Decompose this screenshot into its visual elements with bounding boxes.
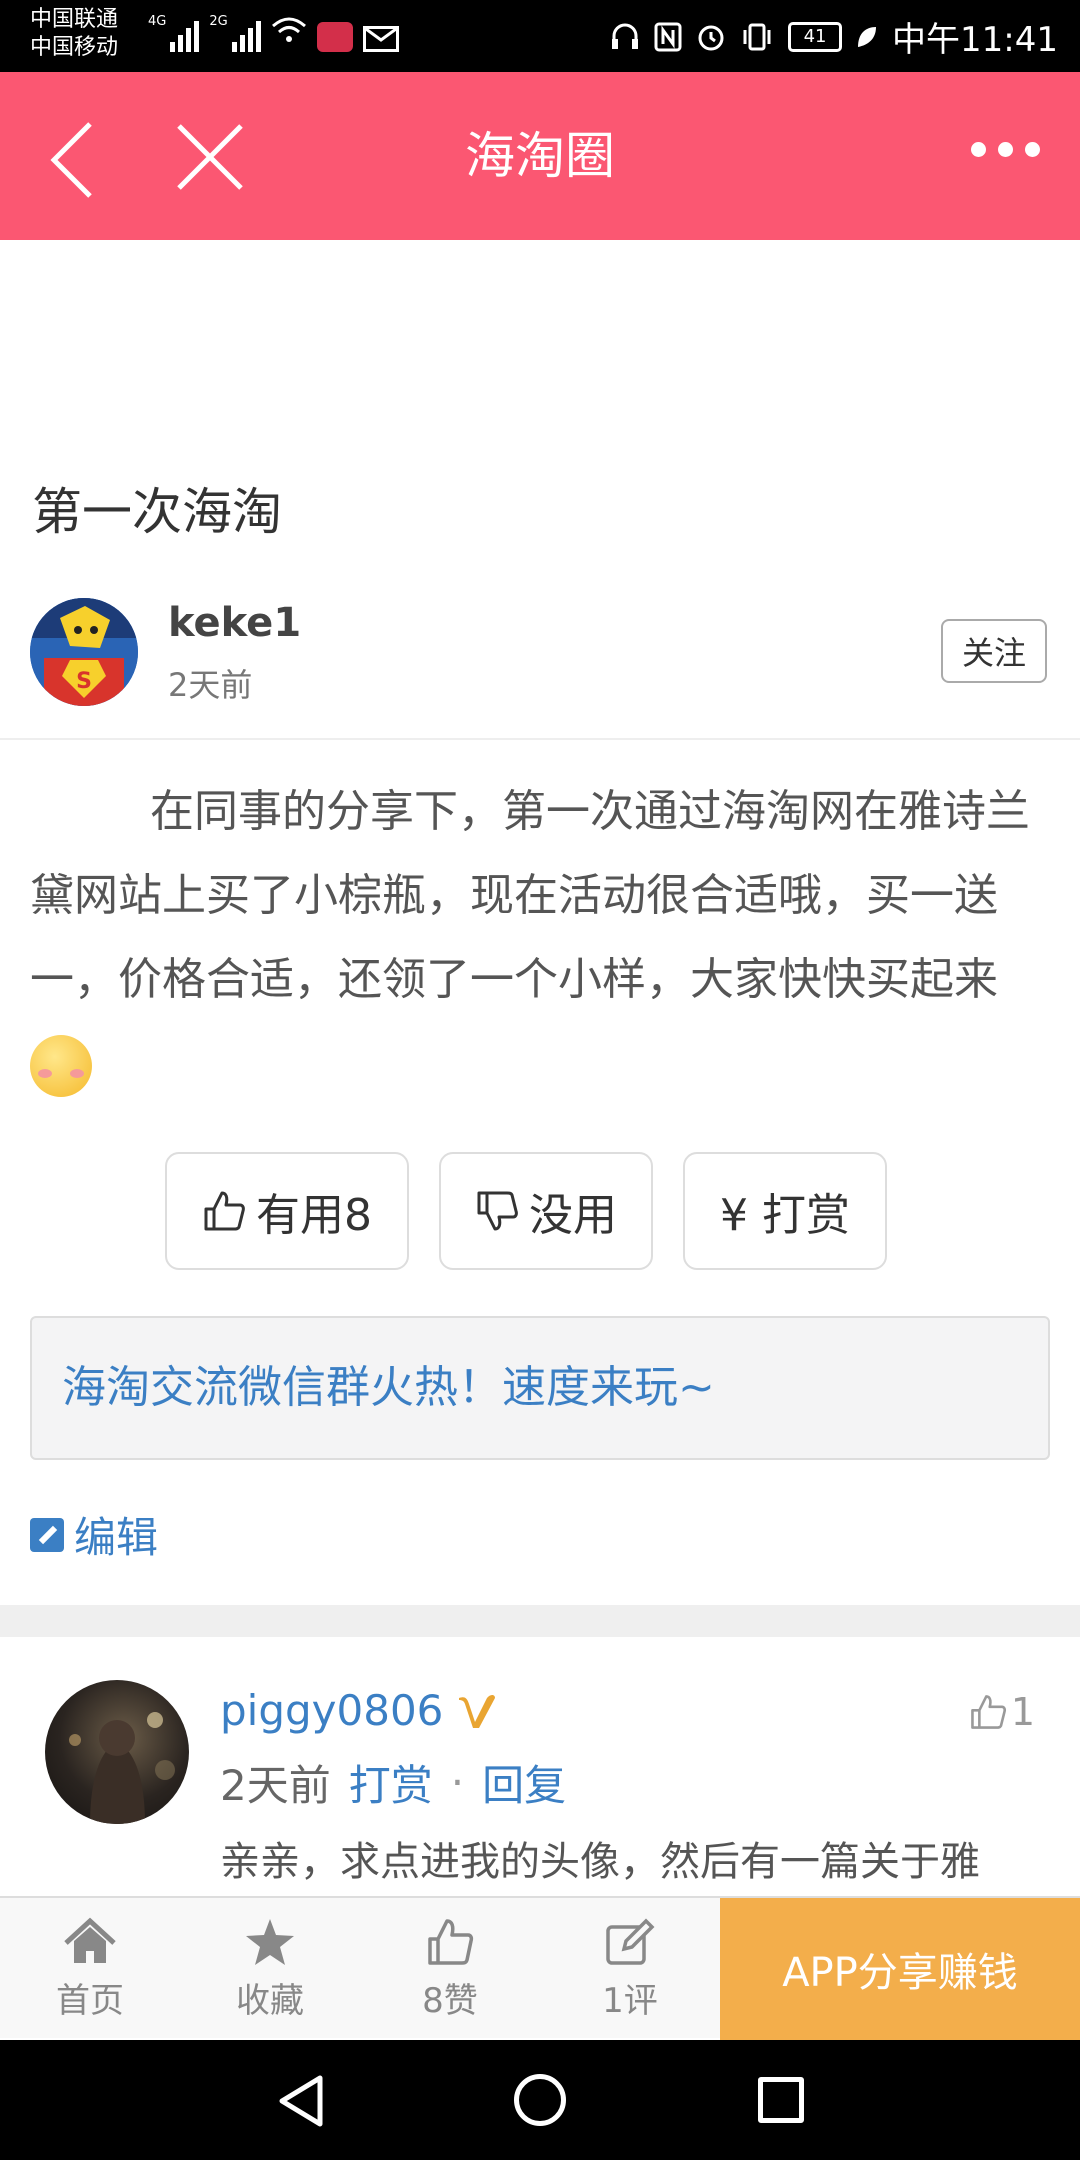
- post-actions: 有用8 没用 ¥ 打赏: [165, 1152, 887, 1270]
- commenter-avatar[interactable]: [45, 1680, 189, 1824]
- page-title: 海淘圈: [465, 127, 615, 185]
- nav-back-icon[interactable]: [276, 2074, 326, 2128]
- thumbs-down-icon: [477, 1191, 518, 1231]
- svg-text:S: S: [76, 669, 92, 694]
- nav-home-icon[interactable]: [514, 2074, 566, 2126]
- tab-like[interactable]: 8赞: [360, 1898, 540, 2040]
- post-time: 2天前: [168, 666, 253, 704]
- network-type-1: 4G: [148, 14, 167, 29]
- star-icon: [246, 1918, 294, 1965]
- mail-icon: [362, 26, 399, 52]
- carrier-info: 中国联通 中国移动: [30, 6, 118, 62]
- separator-dot: ·: [450, 1758, 465, 1807]
- wechat-group-banner[interactable]: 海淘交流微信群火热！速度来玩~: [30, 1316, 1050, 1460]
- leaf-icon: [858, 26, 877, 47]
- dot-icon: [998, 142, 1013, 157]
- carrier-2: 中国移动: [30, 35, 119, 60]
- tab-comment-label: 1评: [602, 1980, 658, 2021]
- author-name[interactable]: keke1: [168, 600, 301, 646]
- tab-home[interactable]: 首页: [0, 1898, 180, 2040]
- status-bar: 中国联通 中国移动 4G 2G 41 中午11:41: [0, 0, 1080, 72]
- useless-label: 没用: [529, 1190, 617, 1241]
- headset-icon: [612, 23, 639, 49]
- commenter-name[interactable]: piggy0806: [220, 1686, 443, 1735]
- tab-home-label: 首页: [56, 1980, 124, 2021]
- blush-emoji-icon: [30, 1035, 92, 1097]
- comment-reward-link[interactable]: 打赏: [349, 1752, 433, 1813]
- dot-icon: [1025, 142, 1040, 157]
- post-title: 第一次海淘: [32, 483, 282, 541]
- battery-icon: 41: [788, 21, 843, 52]
- comment-meta: 2天前 打赏 · 回复: [220, 1752, 566, 1813]
- comment-like-count: 1: [1010, 1690, 1035, 1734]
- tab-favorite[interactable]: 收藏: [180, 1898, 360, 2040]
- alarm-icon: [698, 25, 724, 50]
- tab-favorite-label: 收藏: [236, 1980, 304, 2021]
- thumbs-up-icon: [970, 1695, 1006, 1729]
- system-nav-bar: [0, 2040, 1080, 2160]
- thumbs-up-icon: [204, 1191, 245, 1231]
- more-options-button[interactable]: [971, 142, 1040, 157]
- edit-icon: [30, 1517, 64, 1552]
- home-icon: [64, 1917, 116, 1963]
- tab-like-label: 8赞: [422, 1980, 478, 2021]
- post-body: 在同事的分享下，第一次通过海淘网在雅诗兰黛网站上买了小棕瓶，现在活动很合适哦，买…: [30, 770, 1050, 1106]
- comment-reply-link[interactable]: 回复: [482, 1752, 566, 1813]
- useless-button[interactable]: 没用: [439, 1152, 653, 1270]
- tab-comment[interactable]: 1评: [540, 1898, 720, 2040]
- reward-label: ¥ 打赏: [720, 1190, 850, 1241]
- app-header: 海淘圈: [0, 72, 1080, 240]
- useful-label: 有用8: [256, 1190, 372, 1241]
- signal-group: 4G 2G: [148, 14, 399, 52]
- post-body-text: 在同事的分享下，第一次通过海淘网在雅诗兰黛网站上买了小棕瓶，现在活动很合适哦，买…: [30, 786, 1030, 1005]
- vip-badge-icon: [459, 1694, 496, 1728]
- useful-button[interactable]: 有用8: [165, 1152, 409, 1270]
- author-avatar[interactable]: S: [30, 598, 138, 706]
- compose-icon: [606, 1918, 655, 1965]
- status-right: 41 中午11:41: [610, 12, 1058, 61]
- follow-button[interactable]: 关注: [941, 619, 1047, 683]
- app-share-earn-button[interactable]: APP分享赚钱: [720, 1898, 1080, 2040]
- comment-like-button[interactable]: 1: [969, 1690, 1035, 1734]
- nav-recent-apps-icon[interactable]: [758, 2077, 804, 2123]
- wifi-icon: [271, 14, 307, 52]
- comment-text: 亲亲，求点进我的头像，然后有一篇关于雅: [220, 1839, 980, 1885]
- app-notification-icon: [316, 22, 353, 52]
- thumbs-up-icon: [428, 1918, 474, 1965]
- commenter-name-row: piggy0806: [220, 1686, 497, 1735]
- bottom-tab-bar: 首页 收藏 8赞 1评 APP分享赚钱: [0, 1896, 1080, 2040]
- clock: 中午11:41: [892, 20, 1058, 60]
- carrier-1: 中国联通: [30, 7, 119, 32]
- banner-text[interactable]: 海淘交流微信群火热！速度来玩~: [62, 1358, 715, 1418]
- network-type-2: 2G: [209, 14, 228, 29]
- signal-bars-icon: [231, 20, 261, 52]
- dot-icon: [971, 142, 986, 157]
- vibrate-icon: [743, 23, 771, 50]
- reward-button[interactable]: ¥ 打赏: [683, 1152, 887, 1270]
- edit-link[interactable]: 编辑: [30, 1504, 158, 1565]
- divider: [0, 738, 1080, 740]
- edit-label: 编辑: [74, 1513, 159, 1562]
- section-divider: [0, 1605, 1080, 1637]
- comment-time: 2天前: [220, 1761, 331, 1810]
- signal-bars-icon: [170, 20, 200, 52]
- nfc-icon: [654, 22, 682, 51]
